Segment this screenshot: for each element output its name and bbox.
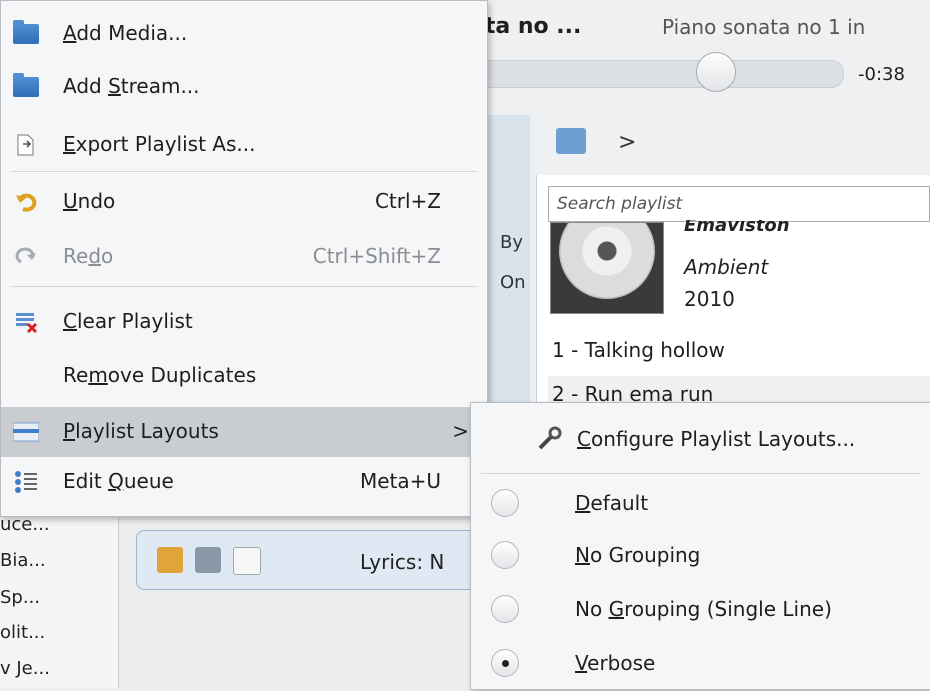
time-remaining: -0:38	[858, 64, 905, 85]
album-cover	[550, 222, 664, 314]
list-item[interactable]: Sp...	[0, 584, 40, 612]
list-item[interactable]: v Je...	[0, 655, 50, 683]
menu-item-label: Redo	[63, 244, 114, 268]
edit-lyrics-icon[interactable]	[157, 547, 183, 573]
undo-icon	[13, 189, 39, 215]
clear-lyrics-icon[interactable]	[233, 547, 261, 575]
menu-item-label: Verbose	[575, 651, 656, 675]
menu-separator	[481, 473, 921, 474]
radio-button[interactable]	[491, 489, 519, 517]
menu-item-playlist-layouts[interactable]: Playlist Layouts >	[1, 407, 487, 457]
menu-separator	[11, 171, 477, 172]
menu-item-undo[interactable]: Undo Ctrl+Z	[1, 177, 487, 227]
album-genre: Ambient	[684, 255, 769, 279]
menu-separator	[11, 286, 477, 287]
clear-playlist-icon	[13, 309, 39, 335]
context-by-text: By	[500, 232, 524, 253]
menu-item-edit-queue[interactable]: Edit Queue Meta+U	[1, 457, 487, 507]
folder-icon	[13, 73, 39, 100]
cd-icon	[559, 223, 655, 299]
menu-item-label: Remove Duplicates	[63, 363, 257, 387]
playlist-toolbar	[536, 115, 930, 175]
radio-button-selected[interactable]	[491, 649, 519, 677]
layout-option-no-grouping-single-line[interactable]: No Grouping (Single Line)	[471, 581, 930, 637]
menu-item-add-media[interactable]: Add Media...	[1, 9, 487, 59]
menu-item-label: No Grouping (Single Line)	[575, 597, 832, 621]
playlist-track[interactable]: 1 - Talking hollow	[548, 332, 930, 368]
redo-icon	[13, 244, 39, 270]
folder-icon	[13, 20, 39, 47]
menu-item-label: Configure Playlist Layouts...	[577, 427, 856, 451]
menu-item-label: Add Stream...	[63, 74, 200, 98]
album-year: 2010	[684, 287, 735, 311]
search-playlist-input[interactable]: Search playlist	[548, 186, 930, 222]
radio-button[interactable]	[491, 541, 519, 569]
playlist-layouts-submenu: Configure Playlist Layouts... Default No…	[470, 402, 930, 690]
list-item[interactable]: olit...	[0, 619, 45, 647]
collection-list: uce... Bia... Sp... olit... v Je...	[0, 505, 119, 688]
chevron-right-icon[interactable]: >	[618, 130, 636, 155]
layout-option-verbose[interactable]: Verbose	[471, 635, 930, 691]
layout-option-default[interactable]: Default	[471, 475, 930, 531]
radio-button[interactable]	[491, 595, 519, 623]
layout-icon	[13, 419, 39, 445]
context-on-text: On	[500, 272, 526, 293]
menu-item-label: Clear Playlist	[63, 309, 193, 333]
menu-item-shortcut: Ctrl+Shift+Z	[312, 244, 441, 268]
export-icon	[13, 132, 39, 158]
menu-item-label: Add Media...	[63, 21, 188, 45]
next-track-title: Piano sonata no 1 in	[662, 15, 866, 39]
lyrics-label: Lyrics: N	[360, 550, 445, 574]
menu-item-shortcut: Ctrl+Z	[374, 189, 441, 213]
menu-item-clear-playlist[interactable]: Clear Playlist	[1, 297, 487, 347]
menu-item-export-playlist[interactable]: Export Playlist As...	[1, 120, 487, 170]
menu-item-label: Playlist Layouts	[63, 419, 219, 443]
layout-option-no-grouping[interactable]: No Grouping	[471, 527, 930, 583]
wrench-icon	[537, 425, 563, 455]
seek-slider-handle[interactable]	[696, 52, 736, 92]
menu-item-label: No Grouping	[575, 543, 701, 567]
menu-item-redo[interactable]: Redo Ctrl+Shift+Z	[1, 232, 487, 282]
list-item[interactable]: Bia...	[0, 547, 46, 575]
playlist-menu: Add Media... Add Stream... Export Playli…	[0, 0, 488, 517]
save-lyrics-icon[interactable]	[195, 547, 221, 573]
seek-slider[interactable]	[470, 60, 844, 88]
album-artist: Emaviston	[684, 220, 790, 236]
playlist-save-icon[interactable]	[556, 128, 586, 154]
menu-item-label: Default	[575, 491, 649, 515]
menu-item-label: Export Playlist As...	[63, 132, 256, 156]
menu-item-configure-layouts[interactable]: Configure Playlist Layouts...	[471, 411, 930, 467]
menu-item-add-stream[interactable]: Add Stream...	[1, 62, 487, 112]
menu-item-label: Undo	[63, 189, 116, 213]
queue-icon	[13, 469, 39, 495]
menu-item-shortcut: Meta+U	[359, 469, 441, 493]
menu-item-label: Edit Queue	[63, 469, 174, 493]
menu-item-remove-duplicates[interactable]: Remove Duplicates	[1, 351, 487, 401]
submenu-arrow-icon: >	[452, 419, 469, 443]
